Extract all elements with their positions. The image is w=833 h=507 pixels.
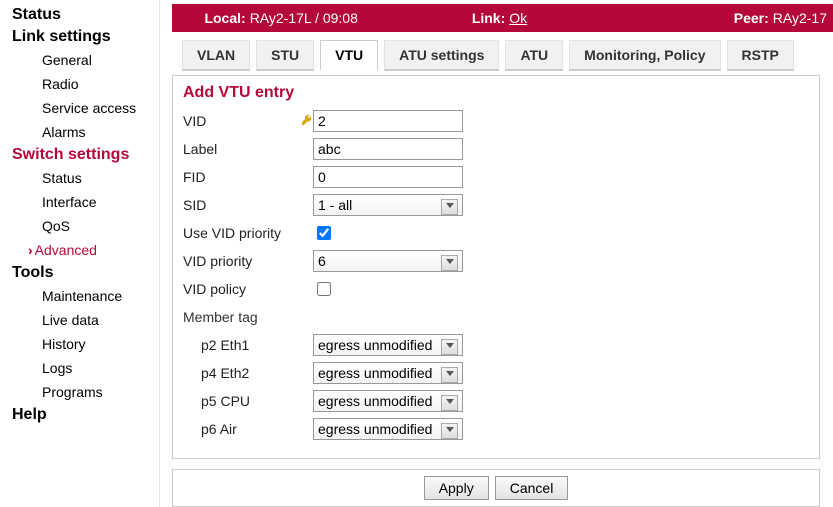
chevron-right-icon: ›: [28, 242, 35, 258]
status-link-label: Link:: [472, 10, 505, 26]
nav-link-settings[interactable]: Link settings: [0, 26, 159, 48]
port-p4-select[interactable]: egress unmodified: [313, 362, 463, 384]
vid-policy-label: VID policy: [183, 281, 313, 297]
form-panel: Add VTU entry VID Label FID: [172, 75, 820, 459]
status-bar: Local: RAy2-17L / 09:08 Link: Ok Peer: R…: [172, 4, 833, 32]
nav-live-data[interactable]: Live data: [0, 308, 159, 332]
nav-tools[interactable]: Tools: [0, 262, 159, 284]
nav-switch-status[interactable]: Status: [0, 166, 159, 190]
vid-priority-select[interactable]: 6: [313, 250, 463, 272]
status-peer-value: RAy2-17: [773, 10, 827, 26]
port-p2-label: p2 Eth1: [183, 337, 313, 353]
status-link-value[interactable]: Ok: [509, 10, 527, 26]
status-local-label: Local:: [204, 10, 245, 26]
sid-label: SID: [183, 197, 313, 213]
vid-priority-label: VID priority: [183, 253, 313, 269]
use-vid-priority-label: Use VID priority: [183, 225, 313, 241]
member-tag-label: Member tag: [183, 309, 313, 325]
cancel-button[interactable]: Cancel: [495, 476, 569, 500]
vid-input[interactable]: [313, 110, 463, 132]
port-p5-select[interactable]: egress unmodified: [313, 390, 463, 412]
tab-vtu[interactable]: VTU: [320, 40, 378, 71]
nav-interface[interactable]: Interface: [0, 190, 159, 214]
form-title: Add VTU entry: [183, 84, 809, 102]
port-p5-label: p5 CPU: [183, 393, 313, 409]
nav-maintenance[interactable]: Maintenance: [0, 284, 159, 308]
apply-button[interactable]: Apply: [424, 476, 489, 500]
fid-input[interactable]: [313, 166, 463, 188]
nav-service-access[interactable]: Service access: [0, 96, 159, 120]
nav-history[interactable]: History: [0, 332, 159, 356]
nav-status[interactable]: Status: [0, 4, 159, 26]
nav-radio[interactable]: Radio: [0, 72, 159, 96]
vid-policy-checkbox[interactable]: [317, 282, 331, 296]
nav-qos[interactable]: QoS: [0, 214, 159, 238]
tab-rstp[interactable]: RSTP: [727, 40, 794, 71]
tab-monitoring[interactable]: Monitoring, Policy: [569, 40, 720, 71]
nav-logs[interactable]: Logs: [0, 356, 159, 380]
port-p6-select[interactable]: egress unmodified: [313, 418, 463, 440]
tab-atu[interactable]: ATU: [505, 40, 563, 71]
sid-select[interactable]: 1 - all: [313, 194, 463, 216]
label-label: Label: [183, 141, 313, 157]
main-content: Local: RAy2-17L / 09:08 Link: Ok Peer: R…: [160, 0, 833, 507]
tab-stu[interactable]: STU: [256, 40, 314, 71]
action-bar: Apply Cancel: [172, 469, 820, 507]
tab-row: VLAN STU VTU ATU settings ATU Monitoring…: [172, 40, 831, 71]
nav-alarms[interactable]: Alarms: [0, 120, 159, 144]
nav-general[interactable]: General: [0, 48, 159, 72]
tab-vlan[interactable]: VLAN: [182, 40, 250, 71]
vid-label: VID: [183, 113, 313, 129]
status-peer-label: Peer:: [734, 10, 769, 26]
status-local-value: RAy2-17L / 09:08: [250, 10, 358, 26]
sidebar: Status Link settings General Radio Servi…: [0, 0, 160, 507]
nav-switch-settings[interactable]: Switch settings: [0, 144, 159, 166]
key-icon: [301, 114, 313, 129]
nav-programs[interactable]: Programs: [0, 380, 159, 404]
nav-advanced[interactable]: ›Advanced: [0, 238, 159, 262]
use-vid-priority-checkbox[interactable]: [317, 226, 331, 240]
port-p4-label: p4 Eth2: [183, 365, 313, 381]
fid-label: FID: [183, 169, 313, 185]
label-input[interactable]: [313, 138, 463, 160]
nav-help[interactable]: Help: [0, 404, 159, 426]
tab-atu-settings[interactable]: ATU settings: [384, 40, 499, 71]
port-p6-label: p6 Air: [183, 421, 313, 437]
port-p2-select[interactable]: egress unmodified: [313, 334, 463, 356]
